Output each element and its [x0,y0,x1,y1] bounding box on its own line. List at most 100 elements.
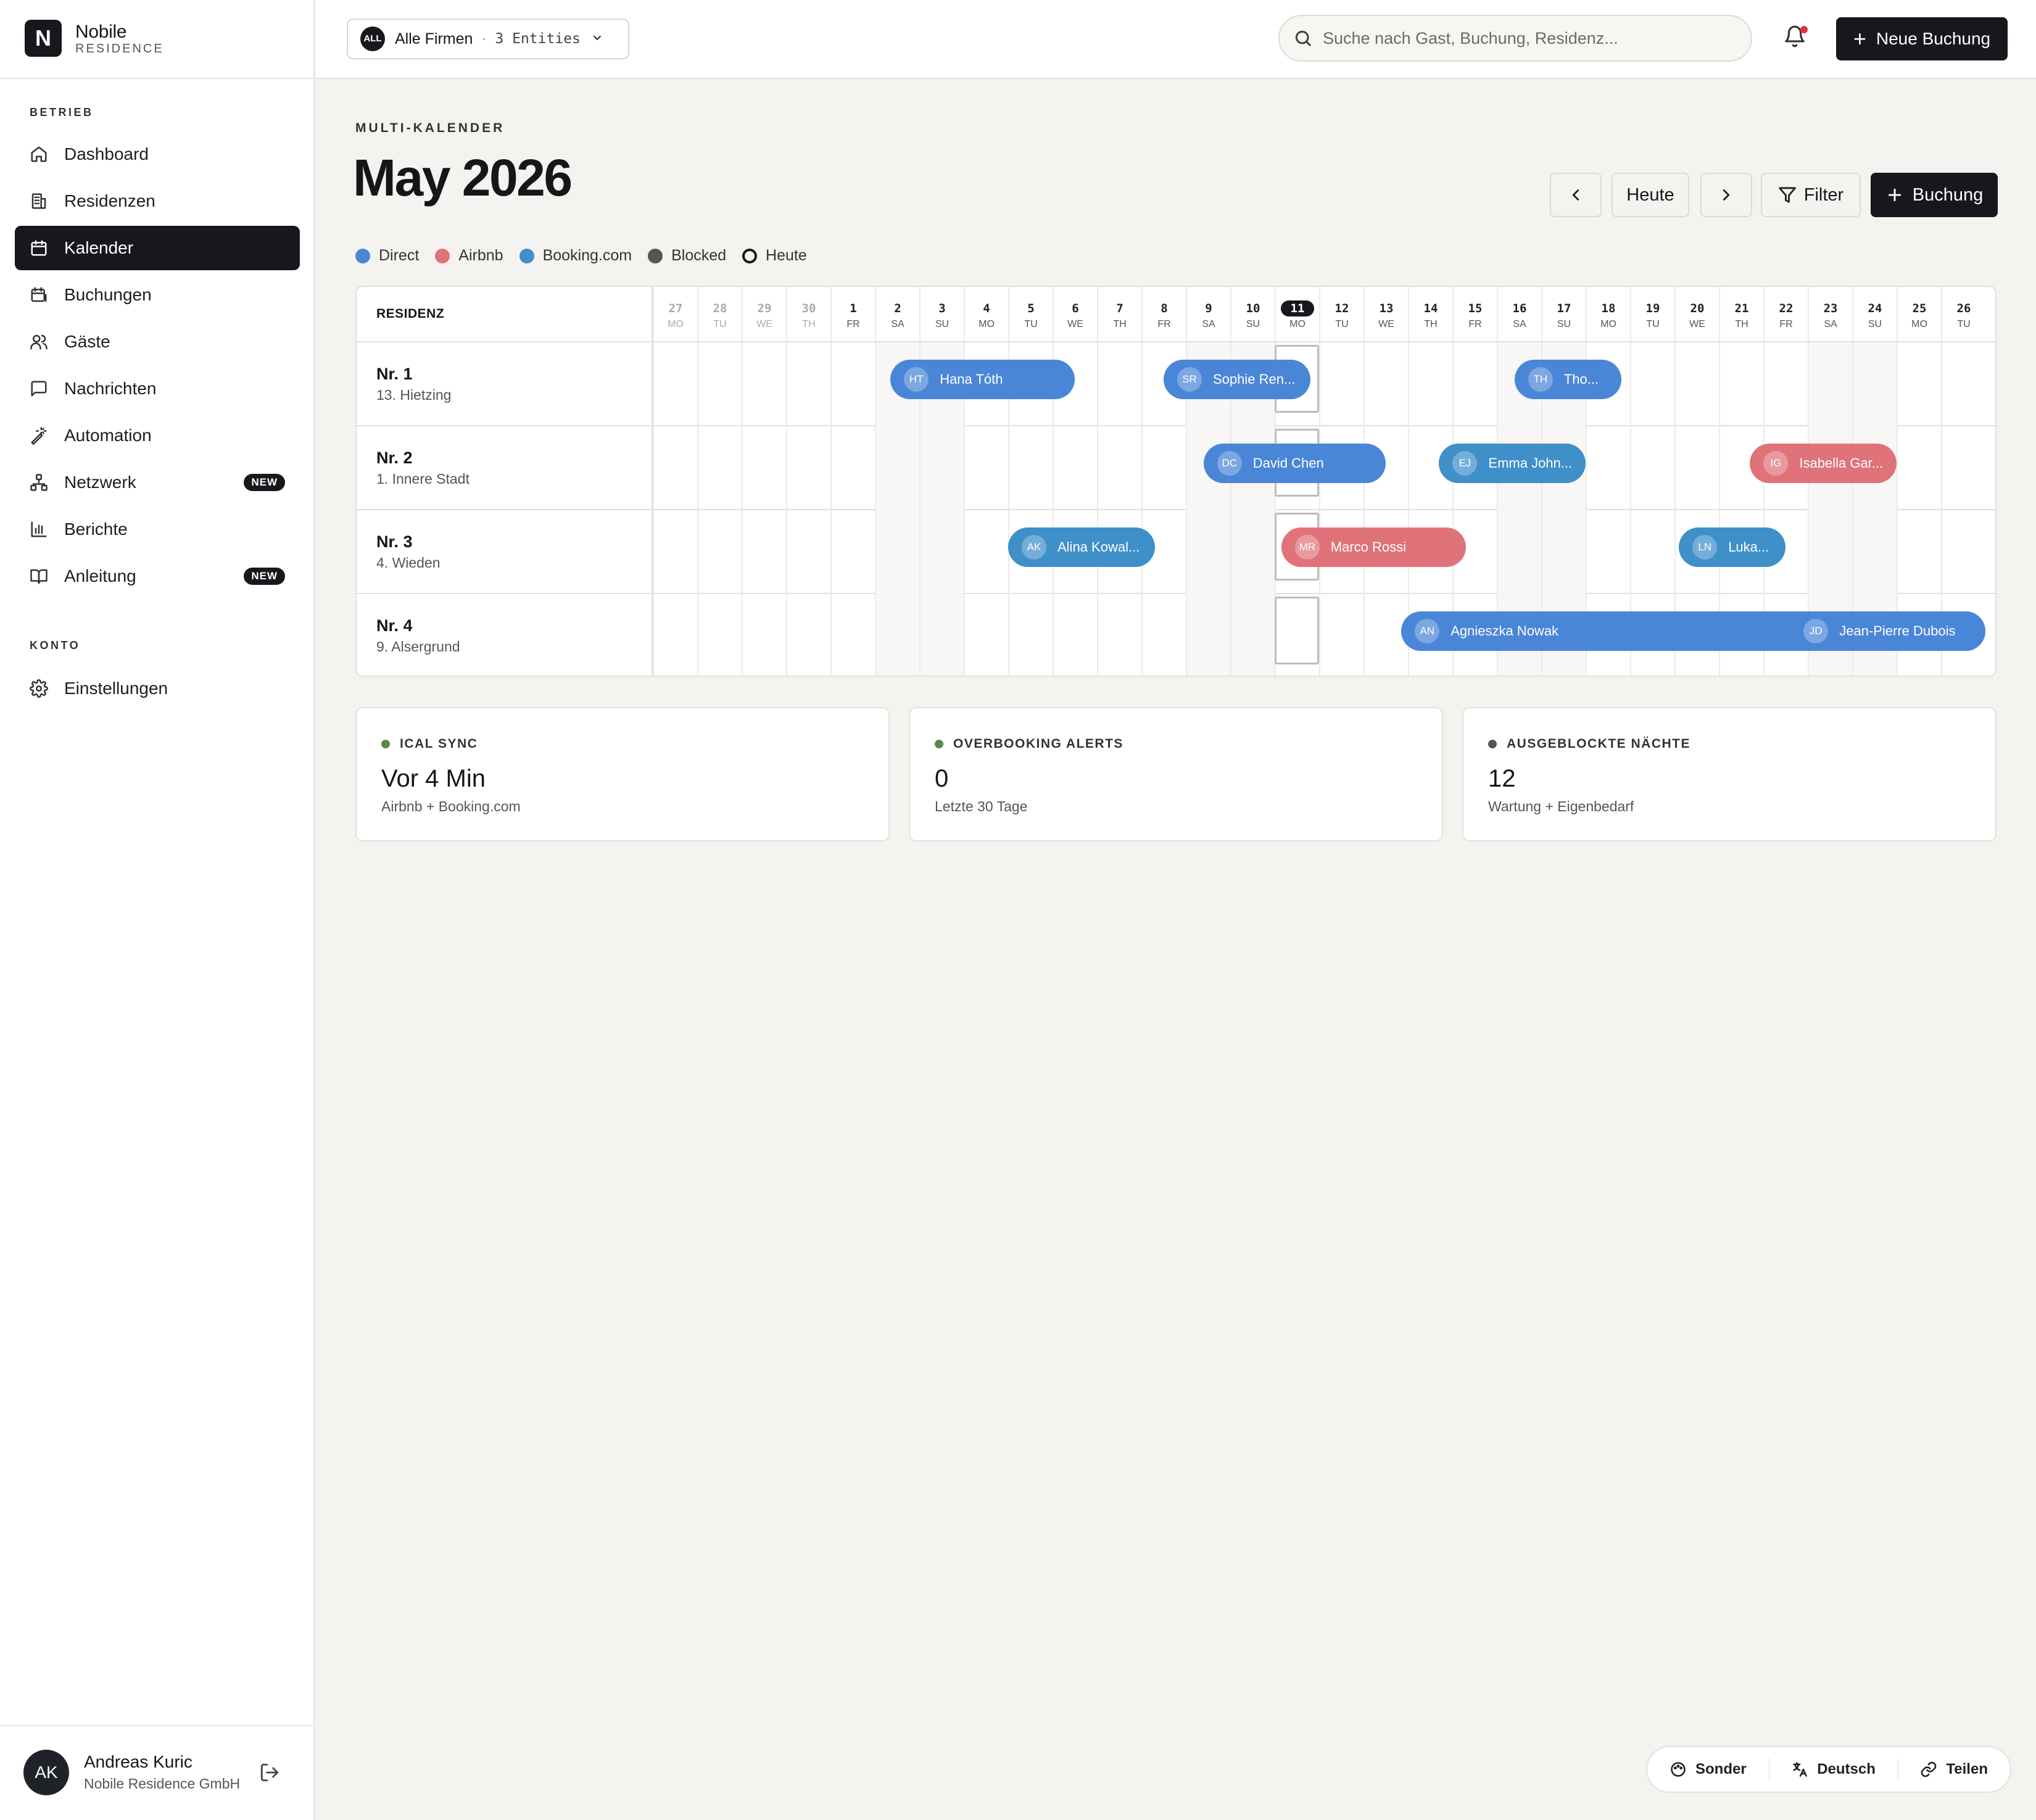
day-cell[interactable] [919,510,964,594]
day-cell[interactable] [919,426,964,510]
day-cell[interactable] [653,510,697,594]
new-booking-button[interactable]: + Neue Buchung [1836,17,2008,60]
day-cell[interactable] [786,594,830,676]
day-cell[interactable] [1674,342,1719,426]
language-button[interactable]: Deutsch [1769,1761,1898,1778]
residence-name[interactable]: Nr. 2 [376,449,413,468]
residence-name[interactable]: Nr. 4 [376,616,413,635]
day-cell[interactable] [1097,594,1141,676]
day-cell[interactable] [1008,594,1053,676]
day-cell[interactable] [964,510,1008,594]
sidebar-item-kalender[interactable]: Kalender [15,226,300,270]
day-cell[interactable] [1541,510,1586,594]
sidebar-item-automation[interactable]: Automation [15,413,300,458]
share-button[interactable]: Teilen [1898,1761,2010,1778]
day-cell[interactable] [1763,342,1808,426]
day-cell[interactable] [697,594,742,676]
booking-bar[interactable]: AK Alina Kowal... [1008,527,1155,567]
day-cell[interactable] [1630,342,1674,426]
day-cell[interactable] [1808,342,1852,426]
day-cell[interactable] [1097,342,1141,426]
day-cell[interactable] [1097,426,1141,510]
brand-logo[interactable]: N [25,20,62,57]
day-cell[interactable] [1941,510,1985,594]
sidebar-item-buchungen[interactable]: Buchungen [15,273,300,317]
day-cell[interactable] [1230,510,1275,594]
day-cell[interactable] [697,510,742,594]
booking-bar[interactable]: HT Hana Tóth [890,360,1075,399]
sidebar-item-settings[interactable]: Einstellungen [15,666,300,711]
company-selector[interactable]: ALL Alle Firmen · 3 Entities [347,19,629,59]
day-cell[interactable] [1319,342,1364,426]
day-cell[interactable] [875,426,919,510]
booking-bar[interactable]: EJ Emma John... [1439,444,1586,483]
day-cell[interactable] [1808,510,1852,594]
day-cell[interactable] [1719,342,1763,426]
day-cell[interactable] [875,510,919,594]
stat-card-blocked-nights[interactable]: AUSGEBLOCKTE NÄCHTE 12 Wartung + Eigenbe… [1462,707,1997,842]
sidebar-item-residenzen[interactable]: Residenzen [15,179,300,223]
sidebar-item-netzwerk[interactable]: Netzwerk NEW [15,460,300,505]
search-input[interactable]: Suche nach Gast, Buchung, Residenz... [1278,15,1752,62]
day-cell[interactable] [1941,426,1985,510]
day-cell[interactable] [1586,510,1630,594]
booking-bar[interactable]: LN Luka... [1679,527,1786,567]
day-cell[interactable] [786,510,830,594]
day-cell[interactable] [1630,426,1674,510]
day-cell[interactable] [1852,510,1897,594]
add-booking-button[interactable]: Buchung [1871,173,1998,217]
brand[interactable]: N Nobile RESIDENCE [0,0,315,79]
day-cell[interactable] [1674,426,1719,510]
residence-name[interactable]: Nr. 1 [376,365,413,384]
day-cell[interactable] [1364,342,1408,426]
booking-bar[interactable]: JD Jean-Pierre Dubois [1790,611,1985,651]
day-cell[interactable] [1630,510,1674,594]
day-cell[interactable] [697,426,742,510]
bell-icon[interactable] [1783,25,1811,53]
booking-bar[interactable]: SR Sophie Ren... [1164,360,1310,399]
day-cell[interactable] [1941,342,1985,426]
day-cell[interactable] [1408,342,1452,426]
day-cell[interactable] [964,426,1008,510]
sidebar-item-berichte[interactable]: Berichte [15,507,300,552]
day-cell[interactable] [1053,426,1097,510]
today-button[interactable]: Heute [1612,173,1689,217]
day-cell[interactable] [830,594,875,676]
day-cell[interactable] [653,426,697,510]
sidebar-item-dashboard[interactable]: Dashboard [15,132,300,176]
day-cell[interactable] [1319,594,1364,676]
day-cell[interactable] [1186,510,1230,594]
day-cell[interactable] [1852,342,1897,426]
day-cell[interactable] [742,342,786,426]
day-cell[interactable] [653,594,697,676]
day-cell[interactable] [742,426,786,510]
day-cell[interactable] [1497,510,1541,594]
stat-card-overbooking[interactable]: OVERBOOKING ALERTS 0 Letzte 30 Tage [909,707,1443,842]
day-cell[interactable] [653,342,697,426]
booking-bar[interactable]: IG Isabella Gar... [1750,444,1897,483]
day-cell[interactable] [1053,594,1097,676]
avatar[interactable]: AK [23,1750,69,1795]
filter-button[interactable]: Filter [1761,173,1861,217]
stat-card-ical-sync[interactable]: ICAL SYNC Vor 4 Min Airbnb + Booking.com [355,707,890,842]
day-cell[interactable] [697,342,742,426]
sidebar-item-anleitung[interactable]: Anleitung NEW [15,554,300,598]
day-cell[interactable] [1008,426,1053,510]
day-cell[interactable] [1141,426,1186,510]
day-cell[interactable] [1141,594,1186,676]
day-cell[interactable] [964,594,1008,676]
sidebar-item-gäste[interactable]: Gäste [15,320,300,364]
next-month-button[interactable] [1700,173,1752,217]
day-cell[interactable] [742,510,786,594]
day-cell[interactable] [1897,426,1941,510]
day-cell[interactable] [1897,342,1941,426]
logout-icon[interactable] [259,1762,284,1787]
day-cell[interactable] [1230,594,1275,676]
booking-bar[interactable]: TH Tho... [1514,360,1621,399]
day-cell[interactable] [1186,594,1230,676]
day-cell[interactable] [1897,510,1941,594]
residence-name[interactable]: Nr. 3 [376,532,413,552]
day-cell[interactable] [919,594,964,676]
booking-bar[interactable]: MR Marco Rossi [1281,527,1466,567]
day-cell[interactable] [830,342,875,426]
